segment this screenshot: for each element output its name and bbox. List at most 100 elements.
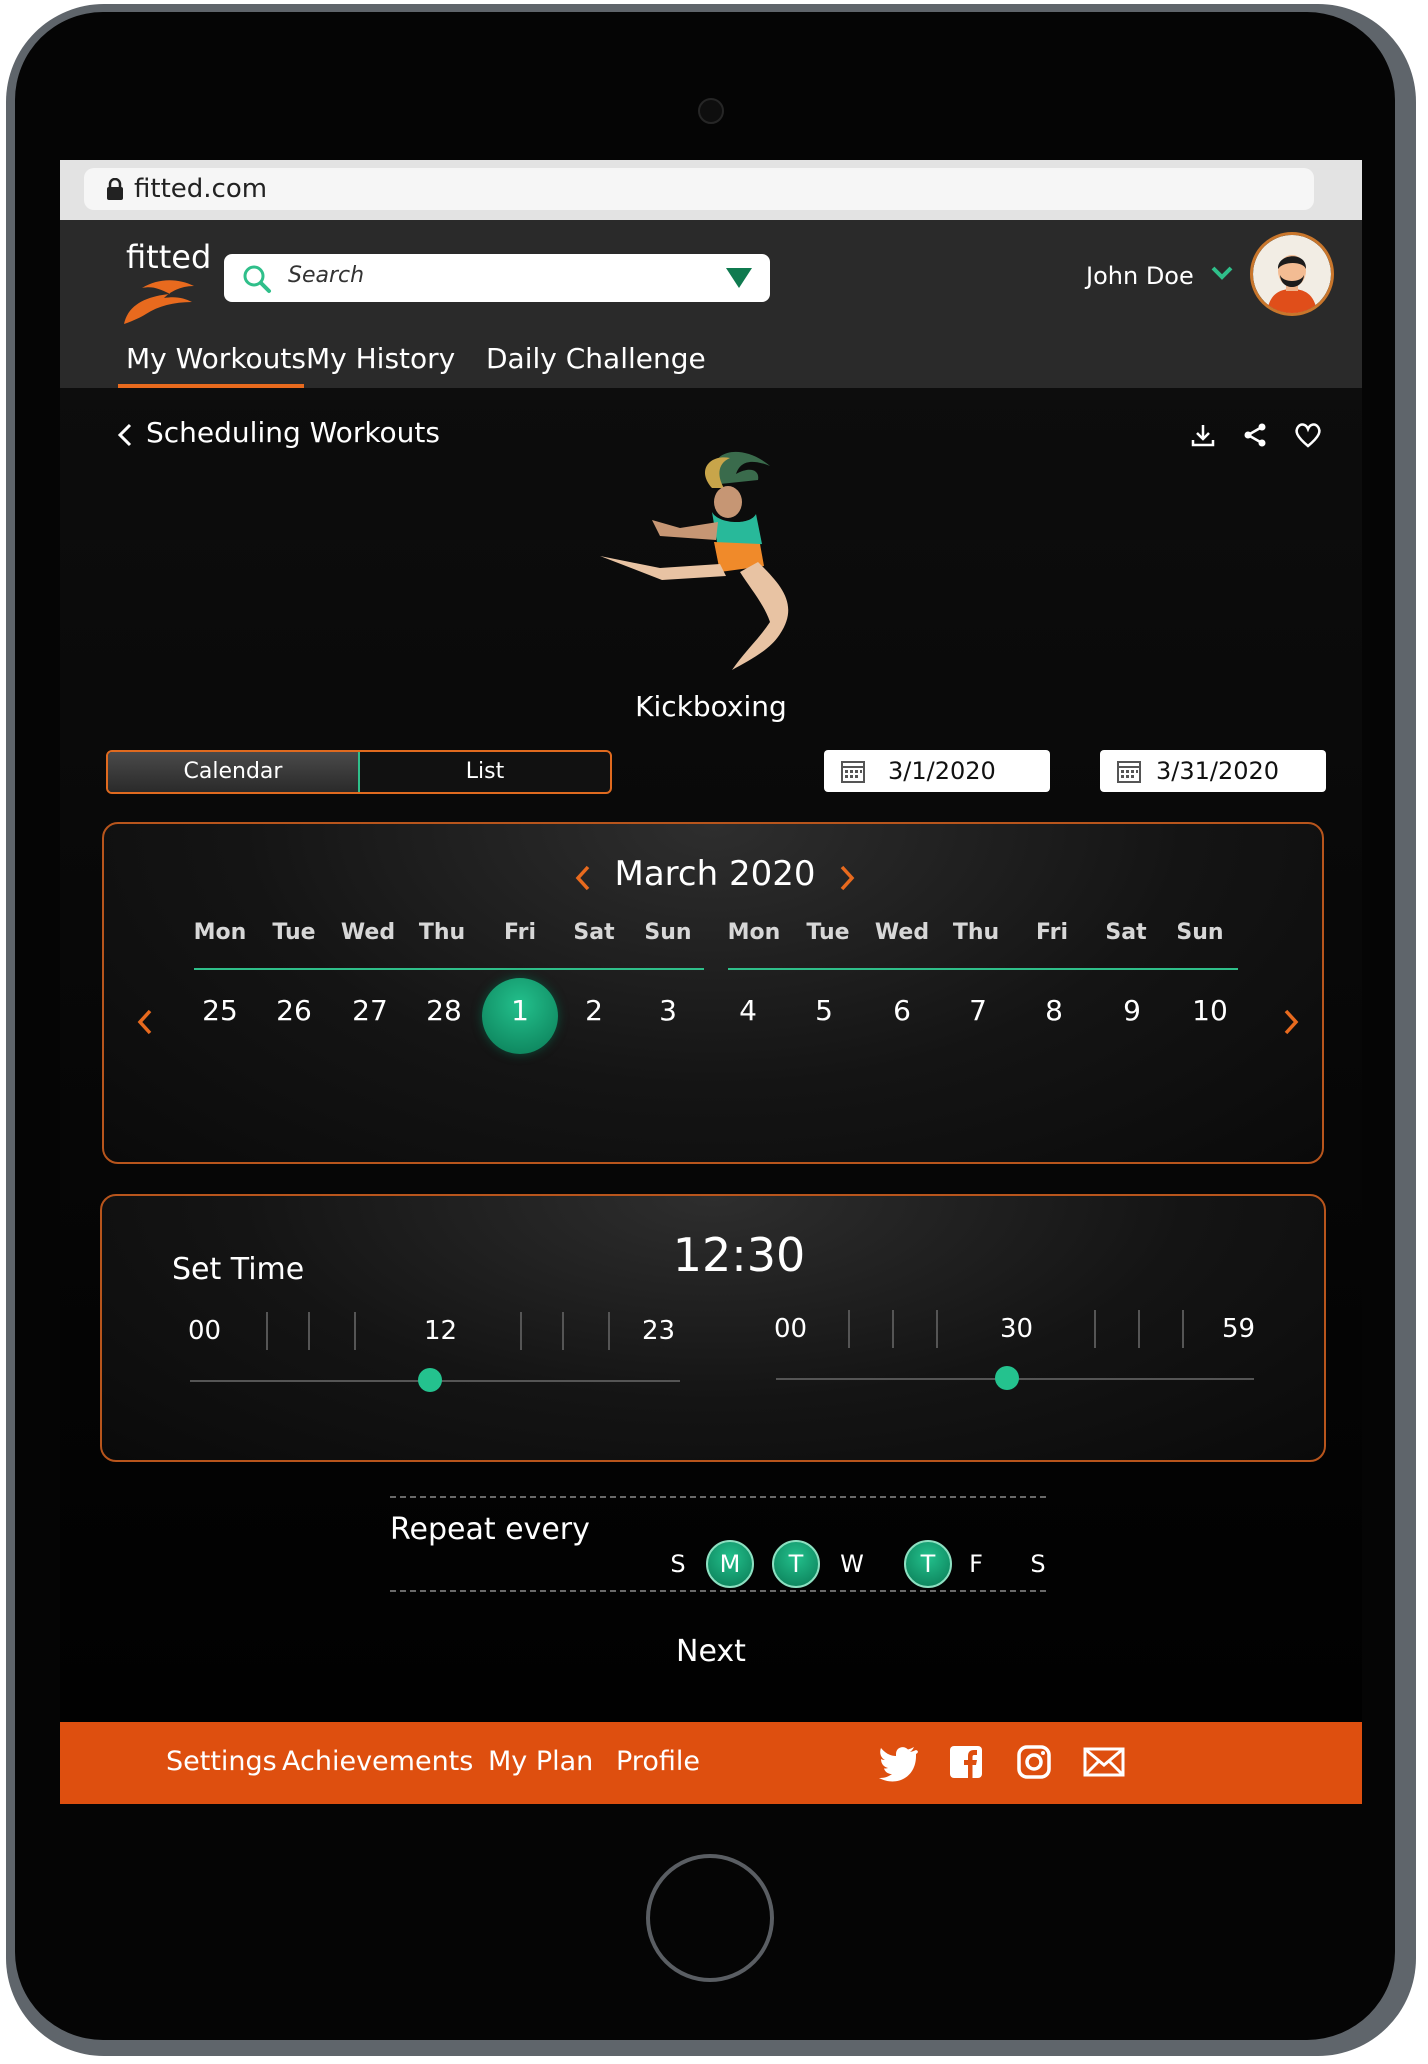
repeat-day-fri[interactable]: F <box>952 1540 1000 1588</box>
repeat-day-wed[interactable]: W <box>828 1540 876 1588</box>
logo[interactable]: fitted <box>116 230 211 326</box>
avatar[interactable] <box>1250 232 1334 316</box>
search-icon <box>243 265 271 293</box>
prev-week-chevron-icon[interactable] <box>136 1008 154 1036</box>
date-cell[interactable]: 6 <box>870 994 934 1027</box>
logo-text: fitted <box>126 238 212 276</box>
kickboxing-illustration <box>600 451 789 670</box>
minute-min-label: 00 <box>774 1314 808 1344</box>
date-cell[interactable]: 26 <box>262 994 326 1027</box>
date-cell[interactable]: 3 <box>636 994 700 1027</box>
day-header: Mon <box>727 920 781 945</box>
day-header: Fri <box>503 920 536 945</box>
day-header: Sat <box>1105 920 1147 945</box>
next-month-chevron-icon[interactable] <box>838 864 856 892</box>
tick-mark <box>892 1310 894 1348</box>
end-date-field[interactable]: 3/31/2020 <box>1100 750 1326 792</box>
start-date-field[interactable]: 3/1/2020 <box>824 750 1050 792</box>
back-chevron-icon[interactable] <box>116 422 134 448</box>
address-bar[interactable]: fitted.com <box>84 168 1314 210</box>
day-header: Wed <box>874 920 930 945</box>
day-header: Sun <box>644 920 692 945</box>
tick-mark <box>1138 1310 1140 1348</box>
date-cell[interactable]: 10 <box>1178 994 1242 1027</box>
workout-name: Kickboxing <box>635 690 787 723</box>
tick-mark <box>936 1310 938 1348</box>
user-name[interactable]: John Doe <box>1086 262 1194 290</box>
user-menu-chevron-icon[interactable] <box>1210 264 1234 282</box>
tick-mark <box>608 1312 610 1350</box>
camera <box>698 98 724 124</box>
hour-slider-handle[interactable] <box>418 1368 443 1392</box>
footer-link-settings[interactable]: Settings <box>166 1746 277 1777</box>
day-header: Sat <box>573 920 615 945</box>
repeat-day-mon[interactable]: M <box>706 1540 754 1588</box>
next-button[interactable]: Next <box>60 1634 1362 1669</box>
date-cell[interactable]: 2 <box>562 994 626 1027</box>
tick-mark <box>848 1310 850 1348</box>
heart-icon[interactable] <box>1294 422 1322 448</box>
footer-link-profile[interactable]: Profile <box>616 1746 700 1777</box>
date-cell[interactable]: 8 <box>1022 994 1086 1027</box>
month-title: March 2020 <box>614 854 816 894</box>
list-view-button[interactable]: List <box>360 752 610 792</box>
app-header: fitted Search John Doe My Workouts My Hi… <box>60 220 1362 388</box>
time-value: 12:30 <box>672 1228 806 1282</box>
date-cell[interactable]: 5 <box>792 994 856 1027</box>
repeat-day-thu[interactable]: T <box>904 1540 952 1588</box>
home-button[interactable] <box>646 1854 774 1982</box>
tab-daily-challenge[interactable]: Daily Challenge <box>486 342 706 375</box>
flame-logo-icon <box>124 280 194 324</box>
page-title[interactable]: Scheduling Workouts <box>146 416 440 449</box>
day-header: Thu <box>418 920 466 945</box>
date-cell[interactable]: 27 <box>338 994 402 1027</box>
minute-slider-handle[interactable] <box>994 1366 1019 1390</box>
tick-mark <box>266 1312 268 1350</box>
date-cell-selected[interactable]: 1 <box>488 994 552 1027</box>
repeat-day-sun[interactable]: S <box>654 1540 702 1588</box>
tick-mark <box>1094 1310 1096 1348</box>
calendar-icon <box>841 761 865 783</box>
facebook-icon[interactable] <box>944 1740 988 1784</box>
date-cell[interactable]: 28 <box>412 994 476 1027</box>
share-icon[interactable] <box>1242 422 1268 448</box>
email-icon[interactable] <box>1082 1740 1126 1784</box>
repeat-day-sat[interactable]: S <box>1014 1540 1062 1588</box>
browser-bar: fitted.com <box>60 160 1362 220</box>
date-cell[interactable]: 7 <box>946 994 1010 1027</box>
day-header: Thu <box>952 920 1000 945</box>
search-input[interactable]: Search <box>288 263 364 288</box>
calendar-view-button[interactable]: Calendar <box>108 752 360 792</box>
hour-max-label: 23 <box>642 1316 676 1346</box>
download-icon[interactable] <box>1190 422 1216 448</box>
next-week-chevron-icon[interactable] <box>1282 1008 1300 1036</box>
dashed-divider <box>390 1590 1046 1592</box>
hour-mid-label: 12 <box>424 1316 458 1346</box>
minute-max-label: 59 <box>1222 1314 1256 1344</box>
tick-mark <box>562 1312 564 1350</box>
view-toggle: Calendar List <box>106 750 612 794</box>
calendar-icon <box>1117 761 1141 783</box>
calendar-panel: March 2020 Mon Tue Wed Thu Fri Sat Sun M… <box>102 822 1324 1164</box>
url-text: fitted.com <box>134 174 268 204</box>
repeat-label: Repeat every <box>390 1512 590 1547</box>
screen: fitted.com fitted Search John Doe My Wor… <box>60 160 1362 1804</box>
day-header: Sun <box>1176 920 1224 945</box>
repeat-day-tue[interactable]: T <box>772 1540 820 1588</box>
twitter-icon[interactable] <box>876 1740 920 1784</box>
date-cell[interactable]: 9 <box>1100 994 1164 1027</box>
footer-link-my-plan[interactable]: My Plan <box>488 1746 593 1777</box>
tab-my-history[interactable]: My History <box>306 342 455 375</box>
date-cell[interactable]: 4 <box>716 994 780 1027</box>
search-bar[interactable]: Search <box>224 254 770 302</box>
instagram-icon[interactable] <box>1012 1740 1056 1784</box>
hour-min-label: 00 <box>188 1316 222 1346</box>
day-header: Tue <box>806 920 850 945</box>
footer-link-achievements[interactable]: Achievements <box>282 1746 473 1777</box>
end-date-value: 3/31/2020 <box>1156 757 1280 785</box>
day-header: Tue <box>272 920 316 945</box>
tab-my-workouts[interactable]: My Workouts <box>126 342 306 375</box>
chevron-down-icon[interactable] <box>726 268 752 288</box>
footer: Settings Achievements My Plan Profile <box>60 1722 1362 1804</box>
date-cell[interactable]: 25 <box>188 994 252 1027</box>
